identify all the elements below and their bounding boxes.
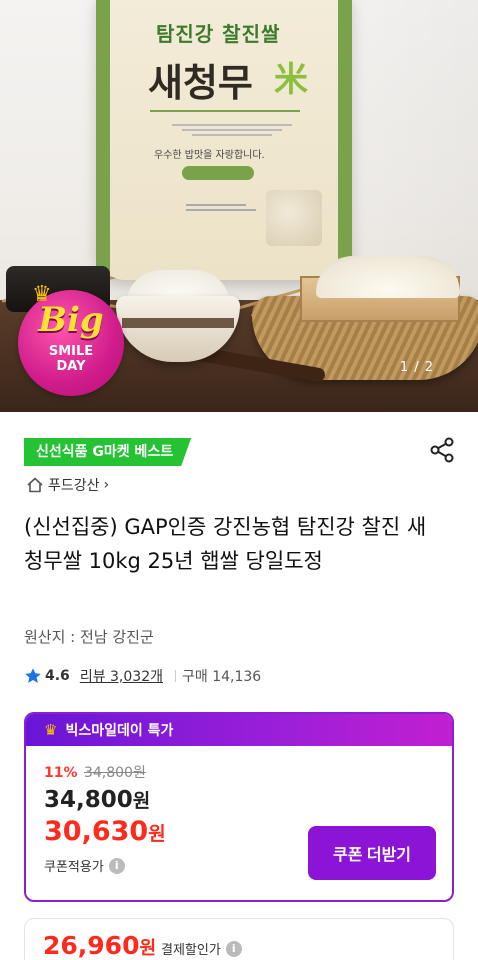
- sale-price-value: 30,630: [44, 816, 149, 847]
- bag-slogan: 우수한 밥맛을 자랑합니다.: [154, 150, 265, 161]
- star-icon: [25, 668, 41, 683]
- original-price: 34,800원: [83, 765, 146, 781]
- bowl-band: [122, 318, 234, 328]
- image-pager: 1 / 2: [399, 360, 434, 375]
- payment-price-unit: 원: [139, 938, 157, 959]
- store-link[interactable]: 푸드강산 ›: [26, 474, 109, 496]
- chevron-right-icon: ›: [103, 477, 110, 493]
- product-title: (신선집중) GAP인증 강진농협 탐진강 찰진 새청무쌀 10kg 25년 햅…: [24, 515, 427, 573]
- coupon-label-text: 쿠폰적용가: [44, 860, 104, 875]
- price-unit: 원: [132, 790, 151, 812]
- divider: [174, 670, 176, 682]
- info-icon[interactable]: i: [108, 857, 125, 874]
- crown-icon: ♛: [44, 721, 58, 739]
- payment-discount-label: 결제할인가 i: [161, 939, 242, 958]
- deal-header-text: 빅스마일데이 특가: [65, 723, 174, 739]
- purchase-count: 구매 14,136: [181, 669, 262, 685]
- price: 34,800원: [44, 786, 150, 813]
- bag-rule: [150, 110, 300, 112]
- discount-rate: 11%: [44, 765, 78, 781]
- bag-brand-line1: 탐진강 찰진쌀: [156, 22, 281, 46]
- coupon-price-label: 쿠폰적용가 i: [44, 856, 125, 875]
- rice-heap: [316, 256, 460, 298]
- badge-smile-text: SMILE: [48, 344, 94, 359]
- bag-label-pill: [182, 166, 254, 180]
- big-smile-day-deal-card: ♛ 빅스마일데이 특가 11% 34,800원 34,800원 30,630원 …: [24, 712, 454, 902]
- bag-brand-line2: 새청무: [148, 60, 253, 105]
- bag-fine-print: [162, 122, 302, 136]
- badge-smile-day: SMILE DAY: [18, 344, 124, 374]
- more-coupons-button[interactable]: 쿠폰 더받기: [308, 826, 436, 880]
- bag-rice-window: [266, 190, 322, 246]
- product-image-carousel[interactable]: 탐진강 찰진쌀 새청무 米 우수한 밥맛을 자랑합니다. ♛ Big SMILE…: [0, 0, 478, 412]
- bag-band: [338, 0, 352, 280]
- info-icon[interactable]: i: [225, 940, 242, 957]
- big-smile-day-badge: ♛ Big SMILE DAY: [18, 282, 124, 396]
- payment-label-text: 결제할인가: [161, 943, 221, 958]
- rice-bag: 탐진강 찰진쌀 새청무 米 우수한 밥맛을 자랑합니다.: [96, 0, 352, 280]
- bag-brand-mark: 米: [274, 60, 308, 100]
- price-value: 34,800: [44, 787, 133, 813]
- rating-row: 4.6 리뷰 3,032개 구매 14,136: [24, 664, 261, 688]
- review-count-link[interactable]: 리뷰 3,032개: [80, 666, 163, 686]
- discount-row: 11% 34,800원: [44, 762, 146, 782]
- payment-price-value: 26,960: [43, 931, 140, 960]
- origin-info: 원산지 : 전남 강진군: [24, 628, 154, 646]
- deal-header: ♛ 빅스마일데이 특가: [26, 714, 452, 746]
- bag-date-block: [186, 204, 256, 211]
- store-name: 푸드강산: [48, 478, 100, 494]
- sale-price: 30,630원: [44, 816, 166, 847]
- payment-discount-price: 26,960원: [43, 931, 156, 960]
- badge-big-text: Big: [38, 300, 104, 340]
- bag-band: [96, 0, 110, 280]
- home-icon: [27, 477, 43, 493]
- payment-discount-card: 26,960원 결제할인가 i: [24, 918, 454, 960]
- best-seller-tag: 신선식품 G마켓 베스트: [24, 438, 191, 466]
- sale-price-unit: 원: [148, 823, 166, 845]
- rating-value: 4.6: [45, 668, 70, 684]
- share-icon[interactable]: [428, 436, 456, 464]
- badge-day-text: DAY: [56, 359, 86, 374]
